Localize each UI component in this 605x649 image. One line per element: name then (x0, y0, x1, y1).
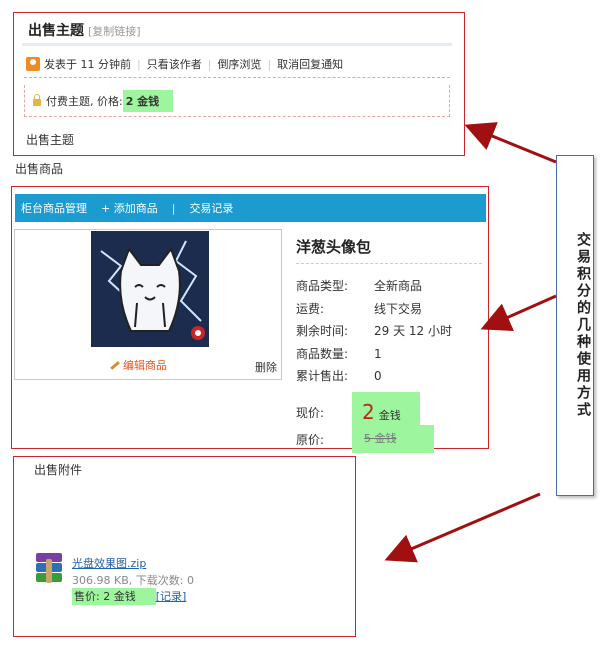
attachment-price-row: 售价: 2 金钱 [记录] (72, 588, 187, 605)
goods-image-card: 编辑商品 删除 (14, 229, 282, 380)
archive-icon (36, 553, 62, 583)
sold-goods-panel: 柜台商品管理 + 添加商品 | 交易记录 编辑商品 删除 洋葱头像包 商品类型:… (11, 186, 489, 453)
thread-title: 出售主题 [复制链接] (28, 23, 141, 39)
price-old-value: 5 金钱 (352, 425, 434, 453)
price-old-row: 原价: 5 金钱 (296, 425, 434, 453)
attachment-price: 售价: 2 金钱 (72, 588, 156, 605)
post-meta-row: 发表于 11 分钟前 | 只看该作者 | 倒序浏览 | 取消回复通知 (26, 56, 343, 72)
toolbar-divider: | (171, 201, 176, 215)
paid-thread-notice: 付费主题, 价格: 2 金钱 (24, 85, 450, 117)
attr-row-quantity: 商品数量: 1 (296, 346, 382, 361)
price-old-label: 原价: (296, 433, 325, 447)
callout-box: 交易积分的几种使用方式 (556, 155, 594, 496)
attachment-section-title: 出售附件 (34, 463, 83, 477)
arrow-to-thread (464, 122, 557, 164)
copy-link[interactable]: [复制链接] (88, 25, 141, 38)
post-time: 发表于 11 分钟前 (44, 58, 131, 71)
goods-attributes: 商品类型: 全新商品 运费: 线下交易 剩余时间: 29 天 12 小时 商品数量: 1… (296, 275, 452, 388)
price-now-row: 现价: 2 金钱 (296, 392, 420, 432)
goods-image[interactable] (91, 231, 209, 347)
attr-row-remaining: 剩余时间: 29 天 12 小时 (296, 324, 452, 338)
thread-divider (22, 43, 452, 46)
attr-row-sold: 累计售出: 0 (296, 369, 382, 383)
paid-price: 2 金钱 (122, 89, 174, 112)
paid-box-border (24, 77, 450, 78)
thread-body: 出售主题 (26, 133, 75, 147)
pencil-icon (110, 361, 120, 370)
attachment-meta: 306.98 KB, 下载次数: 0 (72, 574, 194, 587)
add-goods-link[interactable]: + 添加商品 (101, 200, 158, 216)
goods-section-title: 出售商品 (15, 162, 64, 176)
edit-goods-link[interactable]: 编辑商品 (110, 357, 167, 373)
sold-thread-panel: 出售主题 [复制链接] 发表于 11 分钟前 | 只看该作者 | 倒序浏览 | 取… (13, 12, 465, 156)
goods-toolbar: 柜台商品管理 + 添加商品 | 交易记录 (15, 194, 486, 222)
attr-row-shipping: 运费: 线下交易 (296, 301, 423, 316)
lock-icon (33, 94, 41, 106)
attachment-file-link[interactable]: 光盘效果图.zip (72, 555, 146, 571)
trade-records-link[interactable]: 交易记录 (189, 200, 233, 216)
sold-attachment-panel: 出售附件 光盘效果图.zip 306.98 KB, 下载次数: 0 售价: 2 … (13, 456, 356, 637)
reverse-order-link[interactable]: 倒序浏览 (217, 56, 261, 72)
counter-manage-link[interactable]: 柜台商品管理 (21, 200, 87, 216)
goods-name: 洋葱头像包 (296, 238, 372, 256)
callout-text: 交易积分的几种使用方式 (575, 232, 591, 419)
price-now-label: 现价: (296, 406, 325, 420)
arrow-to-goods (480, 294, 557, 331)
goods-divider (296, 263, 482, 264)
user-avatar-icon[interactable] (26, 57, 40, 71)
author-only-link[interactable]: 只看该作者 (147, 56, 202, 72)
attachment-record-link[interactable]: [记录] (156, 590, 187, 603)
arrow-to-attachment (384, 492, 541, 563)
delete-goods-link[interactable]: 删除 (255, 359, 277, 375)
cancel-notify-link[interactable]: 取消回复通知 (277, 56, 343, 72)
paid-label: 付费主题, 价格: (46, 94, 123, 108)
attr-row-type: 商品类型: 全新商品 (296, 279, 423, 293)
